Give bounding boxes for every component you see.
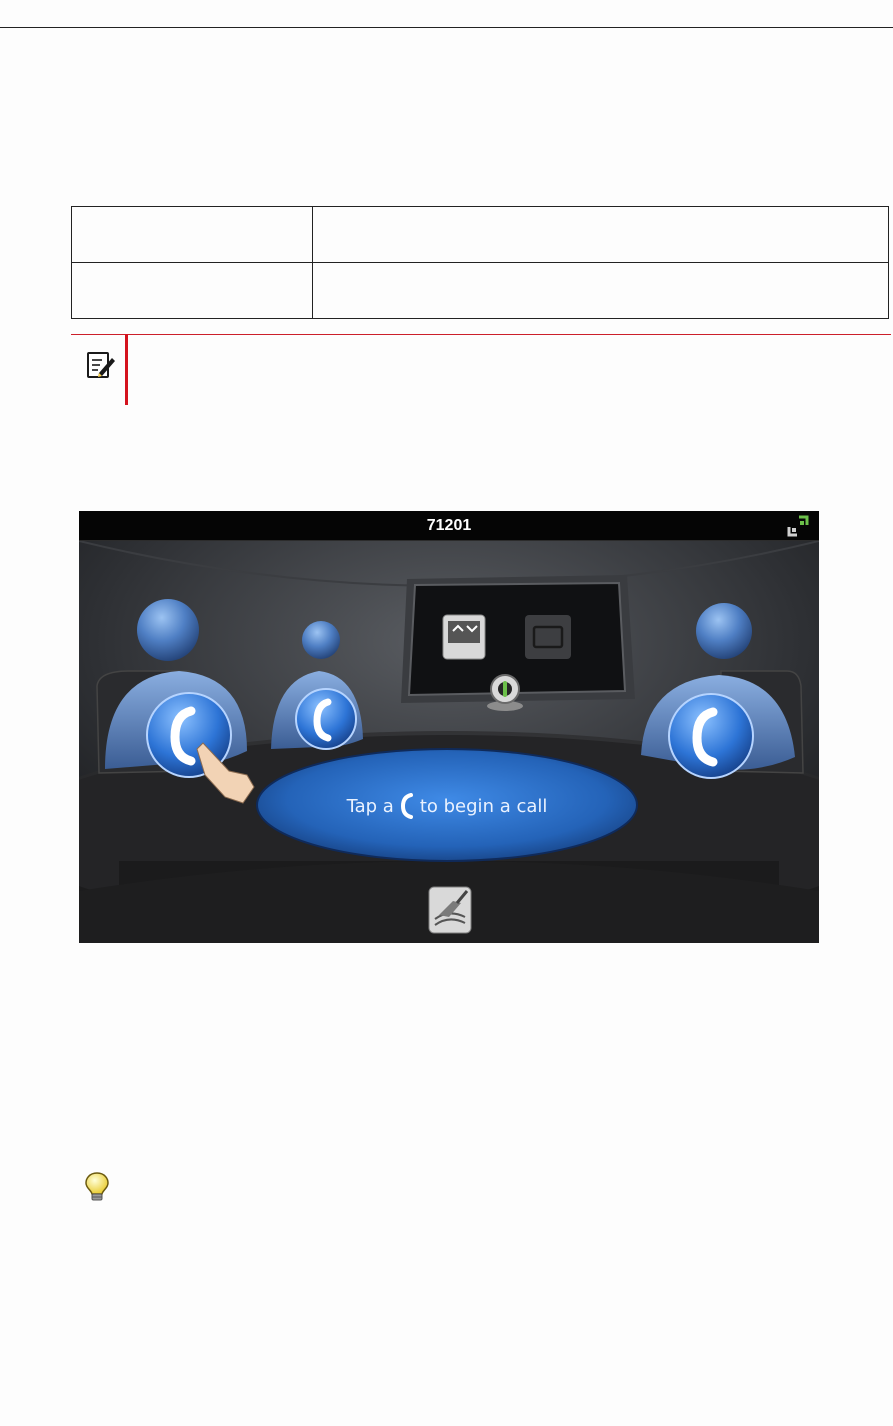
handset-icon <box>400 793 413 819</box>
fullscreen-icon[interactable] <box>787 515 809 537</box>
note-pencil-icon <box>87 352 115 378</box>
participant-right-call-button[interactable] <box>669 694 753 778</box>
phone-screenshot: 71201 Tap a to begin a call <box>79 511 819 943</box>
table-cell-description <box>312 262 889 319</box>
note-top-rule <box>71 334 891 335</box>
clear-broom-button[interactable] <box>429 887 471 933</box>
table-cell-label <box>71 262 313 319</box>
hint-suffix: to begin a call <box>419 795 548 817</box>
info-table <box>71 206 889 319</box>
hint-prefix: Tap a <box>346 795 394 817</box>
video-camera-button[interactable] <box>525 615 571 659</box>
note-side-bar <box>125 334 128 405</box>
table-row <box>71 262 889 319</box>
extension-number: 71201 <box>426 517 472 534</box>
participant-back-left-call-button[interactable] <box>296 689 356 749</box>
lightbulb-icon <box>85 1172 109 1201</box>
participant-left-call-button[interactable] <box>147 693 231 777</box>
begin-call-hint: Tap a to begin a call <box>257 789 637 823</box>
header-rule <box>0 27 893 28</box>
status-bar: 71201 <box>79 511 819 541</box>
table-row <box>71 206 889 263</box>
table-cell-label <box>71 206 313 263</box>
screen-share-button[interactable] <box>443 615 485 659</box>
table-cell-description <box>312 206 889 263</box>
